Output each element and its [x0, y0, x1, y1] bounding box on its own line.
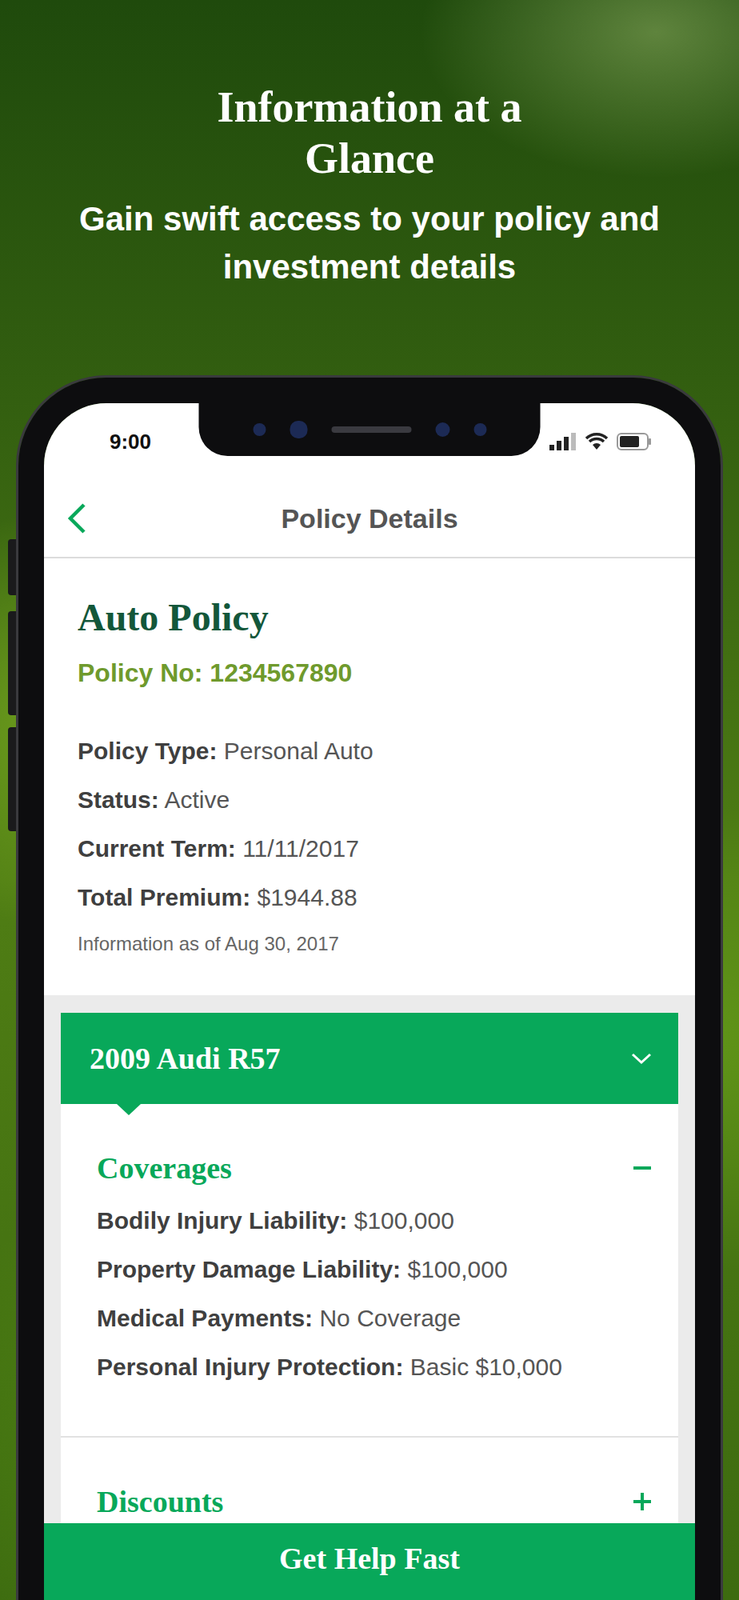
as-of-note: Information as of Aug 30, 2017 [77, 930, 662, 957]
coverage-label: Bodily Injury Liability: [96, 1206, 348, 1234]
chevron-icon[interactable] [630, 1050, 653, 1066]
policy-title: Auto Policy [77, 595, 662, 640]
expand-icon[interactable] [631, 1490, 653, 1512]
policy-summary: Auto Policy Policy No: 1234567890 Policy T… [43, 558, 696, 995]
signal-icon [549, 432, 577, 451]
status-time: 9:00 [109, 429, 152, 455]
wifi-icon [584, 432, 609, 451]
battery-icon [616, 432, 652, 451]
camera-icon [289, 420, 308, 439]
status-icons [549, 432, 652, 451]
vehicle-card: 2009 Audi R57 Coverages Bodily Injury Liab… [60, 1012, 679, 1600]
vehicle-name: 2009 Audi R57 [89, 1040, 281, 1076]
policy-field: Policy Type: Personal Auto [77, 735, 662, 767]
field-label: Status: [77, 786, 160, 813]
field-label: Total Premium: [77, 883, 251, 911]
section-header[interactable]: Coverages [96, 1150, 653, 1186]
coverage-label: Property Damage Liability: [96, 1255, 401, 1283]
coverage-item: Medical Payments: No Coverage [96, 1302, 653, 1335]
sensor-icon [435, 422, 450, 437]
coverage-list: Bodily Injury Liability: $100,000 Propert… [96, 1204, 653, 1383]
promo-subtitle: Gain swift access to your policy and inv… [3, 195, 736, 292]
phone-screen: 9:00 Policy Details Auto Policy Policy No: … [43, 403, 696, 1600]
side-button [7, 539, 16, 596]
vehicle-header[interactable]: 2009 Audi R57 [60, 1012, 679, 1104]
coverage-label: Personal Injury Protection: [96, 1353, 404, 1380]
sensor-icon [473, 423, 487, 436]
help-button[interactable]: Get Help Fast [43, 1522, 696, 1600]
coverage-item: Bodily Injury Liability: $100,000 [96, 1204, 653, 1237]
section-header[interactable]: Discounts [96, 1483, 653, 1519]
policy-fields: Policy Type: Personal Auto Status: Active… [77, 735, 662, 914]
policy-number: Policy No: 1234567890 [77, 656, 662, 689]
field-label: Current Term: [77, 834, 236, 862]
field-label: Policy Type: [77, 737, 218, 764]
coverage-item: Property Damage Liability: $100,000 [96, 1253, 653, 1286]
back-button[interactable] [61, 497, 92, 540]
header-pointer [116, 1103, 141, 1115]
coverage-section: Coverages Bodily Injury Liability: $100,0… [60, 1103, 679, 1438]
nav-bar: Policy Details [43, 479, 696, 559]
back-chevron-icon[interactable] [66, 502, 88, 535]
collapse-icon[interactable] [631, 1157, 653, 1179]
side-button [7, 727, 16, 831]
section-title: Discounts [96, 1483, 224, 1519]
section-title: Coverages [96, 1150, 232, 1186]
page: Information at a Glance Gain swift access… [0, 0, 739, 1600]
coverage-label: Medical Payments: [96, 1304, 313, 1331]
speaker-icon [331, 426, 412, 433]
camera-icon [252, 423, 266, 436]
policy-field: Status: Active [77, 783, 662, 816]
policy-field: Current Term: 11/11/2017 [77, 832, 662, 865]
side-button [7, 611, 16, 716]
phone-frame: 9:00 Policy Details Auto Policy Policy No: … [18, 377, 721, 1600]
promo-title: Information at a Glance [201, 81, 538, 184]
vehicle-area: 2009 Audi R57 Coverages Bodily Injury Liab… [43, 994, 696, 1600]
nav-title: Policy Details [280, 503, 458, 535]
coverage-item: Personal Injury Protection: Basic $10,00… [96, 1350, 653, 1383]
policy-field: Total Premium: $1944.88 [77, 881, 662, 914]
notch [199, 403, 541, 456]
